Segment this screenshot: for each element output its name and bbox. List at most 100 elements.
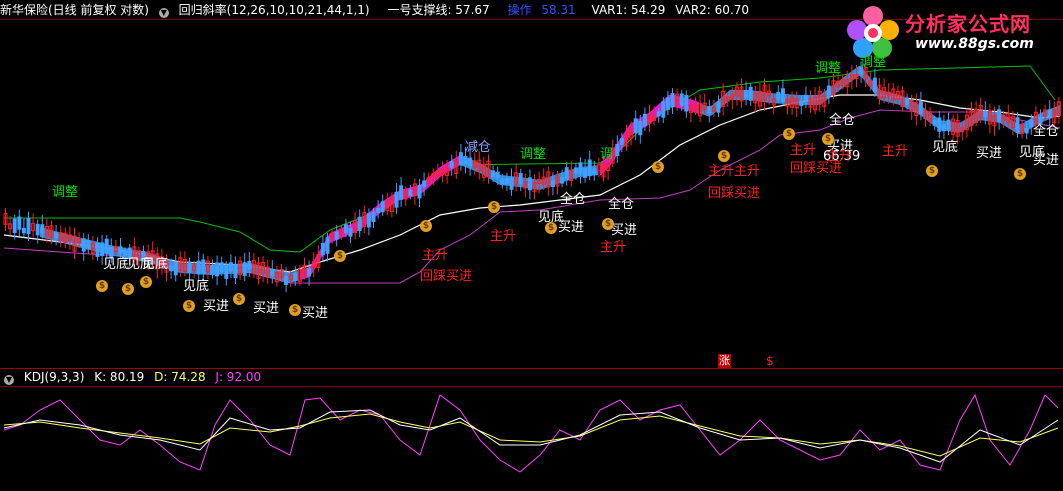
candlestick <box>504 178 509 185</box>
indicator-menu-icon[interactable]: ▼ <box>158 8 169 18</box>
signal-label: 买进 <box>302 306 329 321</box>
site-logo: 分析家公式网 www.88gs.com <box>845 4 1055 60</box>
candlestick <box>905 97 910 105</box>
candlestick <box>642 113 647 127</box>
candlestick <box>564 167 569 180</box>
kdj-d-value: D: 74.28 <box>154 370 206 384</box>
candlestick <box>173 261 178 276</box>
candlestick <box>491 170 496 178</box>
candlestick <box>371 211 376 223</box>
candlestick <box>270 268 275 276</box>
candlestick <box>495 171 500 179</box>
support-line-value: 一号支撑线: 57.67 <box>387 3 490 17</box>
candlestick <box>615 144 620 156</box>
signal-label: 主升 <box>422 248 449 263</box>
candlestick <box>123 251 128 257</box>
candlestick <box>215 262 220 277</box>
candlestick <box>592 168 597 175</box>
candlestick <box>422 180 427 188</box>
candlestick <box>983 110 988 117</box>
operation-label: 操作 <box>507 3 532 17</box>
signal-label: 主升 <box>826 149 853 164</box>
money-bag-icon: $ <box>783 128 795 140</box>
signal-label: 主升主升 <box>708 164 761 179</box>
candlestick <box>518 173 523 184</box>
operation-value: 58.31 <box>541 3 576 17</box>
candlestick <box>366 213 371 228</box>
candlestick <box>1024 128 1029 134</box>
candlestick <box>408 189 413 196</box>
candlestick <box>679 93 684 106</box>
dollar-marker: $ <box>766 354 774 368</box>
candlestick <box>509 177 514 190</box>
candlestick <box>219 262 224 273</box>
candlestick <box>527 177 532 191</box>
candlestick <box>941 124 946 132</box>
candlestick <box>187 261 192 273</box>
candlestick <box>86 240 91 250</box>
signal-label: 买进 <box>203 299 230 314</box>
candlestick <box>583 167 588 178</box>
candlestick <box>196 260 201 275</box>
var1-value: VAR1: 54.29 <box>591 3 666 17</box>
candlestick <box>293 273 298 281</box>
candlestick <box>12 218 17 234</box>
candlestick <box>40 224 45 234</box>
candlestick <box>54 232 59 238</box>
signal-label: 主升 <box>490 229 517 244</box>
candlestick <box>242 262 247 276</box>
kdj-k-value: K: 80.19 <box>94 370 145 384</box>
signal-label: 见底 <box>932 140 959 155</box>
candlestick <box>803 94 808 100</box>
candlestick <box>284 275 289 286</box>
candlestick <box>656 111 661 117</box>
candlestick <box>463 156 468 165</box>
candlestick <box>376 207 381 213</box>
signal-label: 调整 <box>815 61 842 76</box>
candlestick <box>633 118 638 134</box>
candlestick <box>169 265 174 272</box>
money-bag-icon: $ <box>718 150 730 162</box>
candlestick <box>684 94 689 112</box>
chart-canvas[interactable] <box>0 0 1063 491</box>
candlestick <box>348 227 353 237</box>
candlestick <box>104 238 109 254</box>
candlestick <box>748 86 753 101</box>
money-bag-icon: $ <box>822 133 834 145</box>
candlestick <box>95 242 100 257</box>
candlestick <box>1015 117 1020 134</box>
candlestick <box>946 119 951 131</box>
kdj-name[interactable]: KDJ(9,3,3) <box>24 370 85 384</box>
candlestick <box>587 159 592 177</box>
money-bag-icon: $ <box>233 293 245 305</box>
indicator-name[interactable]: 回归斜率(12,26,10,10,21,44,1,1) <box>179 3 370 17</box>
candlestick <box>670 93 675 108</box>
signal-label: 主升 <box>790 143 817 158</box>
candlestick <box>343 224 348 234</box>
candlestick <box>100 242 105 256</box>
candlestick <box>210 265 215 275</box>
candlestick <box>661 101 666 118</box>
signal-label: 全仓 <box>1033 124 1060 139</box>
kdj-menu-icon[interactable]: ▼ <box>4 375 14 385</box>
candlestick <box>826 85 831 96</box>
candlestick <box>776 91 781 100</box>
candlestick <box>247 260 252 270</box>
signal-label: 买进 <box>1033 153 1060 168</box>
signal-label: 减仓 <box>465 140 492 155</box>
signal-label: 主升 <box>600 240 627 255</box>
candlestick <box>399 185 404 200</box>
candlestick <box>619 138 624 145</box>
candlestick <box>228 262 233 272</box>
candlestick <box>468 157 473 167</box>
money-bag-icon: $ <box>488 201 500 213</box>
candlestick <box>560 177 565 184</box>
signal-label: 全仓 <box>829 113 856 128</box>
money-bag-icon: $ <box>96 280 108 292</box>
money-bag-icon: $ <box>926 165 938 177</box>
signal-label: 全仓 <box>560 192 587 207</box>
candlestick <box>744 90 749 99</box>
signal-label: 回踩买进 <box>708 186 761 201</box>
candlestick <box>141 250 146 257</box>
candlestick <box>458 152 463 166</box>
